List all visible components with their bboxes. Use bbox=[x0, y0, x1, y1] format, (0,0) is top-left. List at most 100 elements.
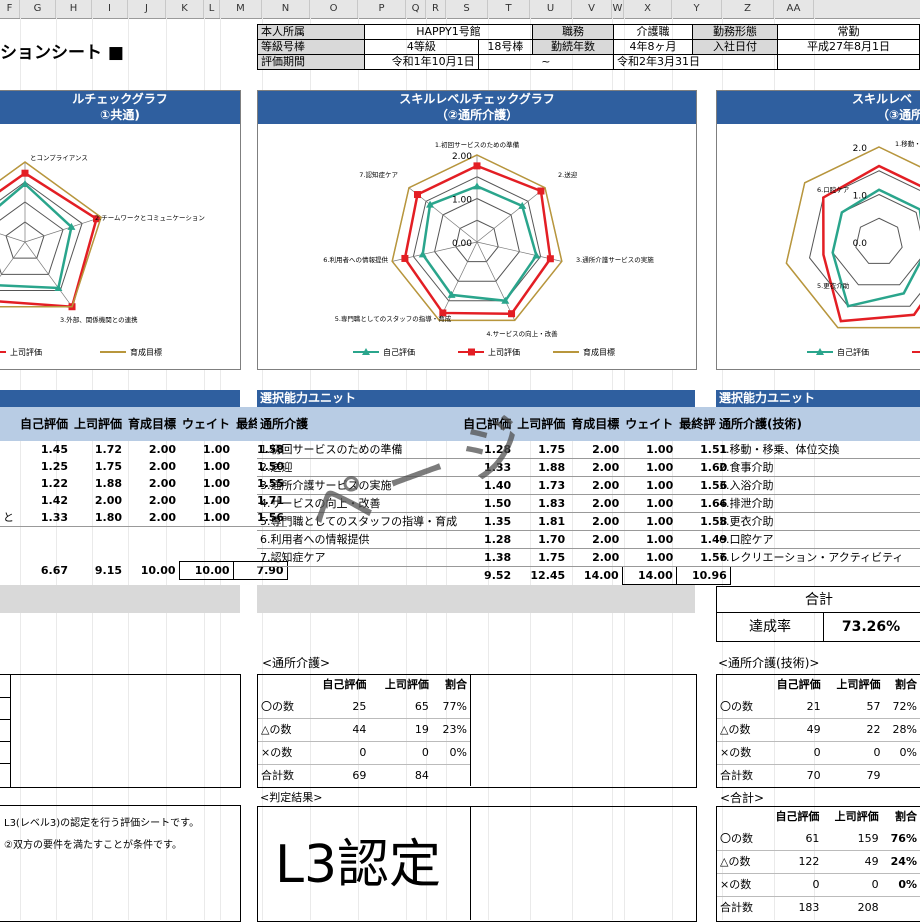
score-cell[interactable]: 2.00 bbox=[568, 495, 622, 513]
dept-value[interactable]: HAPPY1号館 bbox=[365, 25, 533, 40]
count-cell: 159 bbox=[822, 828, 881, 851]
score-cell[interactable]: 1.25 bbox=[17, 458, 71, 475]
chart-day-care-subtitle: （②通所介護） bbox=[258, 107, 696, 123]
score-cell[interactable]: 1.75 bbox=[71, 458, 125, 475]
period-label: 評価期間 bbox=[258, 55, 365, 70]
join-value[interactable]: 平成27年8月1日 bbox=[778, 40, 920, 55]
count-label: 〇の数 bbox=[717, 828, 763, 851]
score-cell[interactable]: 2.00 bbox=[125, 458, 179, 475]
column-header-k[interactable]: K bbox=[166, 0, 204, 18]
column-header-aa[interactable]: AA bbox=[774, 0, 814, 18]
note-1: L3(レベル3)の認定を行う評価シートです。 bbox=[4, 814, 199, 829]
count-row: ×の数000% bbox=[717, 874, 920, 897]
count-header: 割合 bbox=[882, 806, 920, 828]
column-header-f[interactable]: F bbox=[0, 0, 20, 18]
score-cell[interactable]: 1.38 bbox=[460, 549, 514, 567]
column-header-z[interactable]: Z bbox=[722, 0, 774, 18]
column-header-t[interactable]: T bbox=[488, 0, 530, 18]
score-cell[interactable]: 1.45 bbox=[17, 441, 71, 458]
score-cell[interactable]: 2.00 bbox=[125, 475, 179, 492]
score-cell[interactable]: 1.70 bbox=[514, 531, 568, 549]
dept-label: 本人所属 bbox=[258, 25, 365, 40]
unit-name: 2.食事介助 bbox=[716, 459, 920, 477]
column-header-i[interactable]: I bbox=[92, 0, 128, 18]
score-cell[interactable]: 1.00 bbox=[179, 509, 233, 527]
score-cell[interactable]: 1.00 bbox=[179, 475, 233, 492]
score-cell[interactable]: 1.00 bbox=[622, 531, 676, 549]
score-cell[interactable]: 1.81 bbox=[514, 513, 568, 531]
total-row: 9.5212.4514.0014.0010.96 bbox=[257, 567, 730, 585]
count-cell: 0 bbox=[822, 874, 881, 897]
score-cell[interactable]: 1.00 bbox=[179, 441, 233, 458]
score-cell[interactable]: 1.88 bbox=[71, 475, 125, 492]
count-cell: 49 bbox=[822, 851, 881, 874]
score-cell[interactable]: 1.00 bbox=[179, 458, 233, 475]
score-cell[interactable]: 1.28 bbox=[460, 531, 514, 549]
score-cell[interactable]: 1.00 bbox=[622, 549, 676, 567]
period-from[interactable]: 令和1年10月1日 bbox=[365, 55, 479, 70]
column-header-q[interactable]: Q bbox=[406, 0, 426, 18]
chart-day-care[interactable]: スキルレベルチェックグラフ （②通所介護） 2.001.000.001.初回サー… bbox=[257, 90, 697, 370]
score-cell[interactable]: 1.00 bbox=[622, 513, 676, 531]
work-type-value[interactable]: 常勤 bbox=[778, 25, 920, 40]
right-table-title: 通所介護(技術) bbox=[716, 407, 920, 441]
radar-point bbox=[474, 162, 481, 169]
score-cell[interactable]: 2.00 bbox=[125, 492, 179, 509]
score-cell[interactable]: 1.22 bbox=[17, 475, 71, 492]
column-header-p[interactable]: P bbox=[358, 0, 406, 18]
column-header-j[interactable]: J bbox=[128, 0, 166, 18]
column-header-v[interactable]: V bbox=[572, 0, 612, 18]
score-cell[interactable]: 2.00 bbox=[71, 492, 125, 509]
score-cell[interactable]: 2.00 bbox=[568, 549, 622, 567]
column-header-h[interactable]: H bbox=[56, 0, 92, 18]
rate-value[interactable]: 73.26% bbox=[822, 612, 920, 642]
row-label-tail bbox=[0, 492, 17, 509]
count-label: ×の数 bbox=[717, 874, 763, 897]
column-header-u[interactable]: U bbox=[530, 0, 572, 18]
score-cell[interactable]: 2.00 bbox=[125, 441, 179, 458]
chart-tech[interactable]: スキルレベ （③通所 2.01.00.01.移動・移6.口腔ケア5.更衣介助自己… bbox=[716, 90, 920, 370]
count-total-caption: <合計> bbox=[720, 789, 764, 806]
count-total-cell: 208 bbox=[822, 897, 881, 920]
column-header-x[interactable]: X bbox=[624, 0, 672, 18]
radar-point bbox=[22, 170, 29, 177]
column-header-r[interactable]: R bbox=[426, 0, 446, 18]
score-cell[interactable]: 1.42 bbox=[17, 492, 71, 509]
blank-row bbox=[0, 527, 287, 562]
score-cell[interactable]: 1.00 bbox=[179, 492, 233, 509]
period-to[interactable]: 令和2年3月31日 bbox=[614, 55, 778, 70]
score-cell[interactable]: 2.00 bbox=[568, 513, 622, 531]
grade-no[interactable]: 18号棒 bbox=[478, 40, 532, 55]
column-header-m[interactable]: M bbox=[220, 0, 262, 18]
legend-label: 自己評価 bbox=[837, 347, 869, 357]
tenure-value[interactable]: 4年8ヶ月 bbox=[614, 40, 693, 55]
column-header-l[interactable]: L bbox=[204, 0, 220, 18]
count-cell: 49 bbox=[764, 719, 824, 742]
count-cell: 0 bbox=[824, 742, 884, 765]
score-cell[interactable]: 1.75 bbox=[514, 549, 568, 567]
score-cell[interactable]: 1.33 bbox=[17, 509, 71, 527]
note-2: ②双方の要件を満たすことが条件です。 bbox=[4, 836, 182, 851]
radar-tick-label: 1.00 bbox=[452, 196, 472, 206]
score-cell[interactable]: 2.00 bbox=[568, 531, 622, 549]
row-label-tail bbox=[0, 458, 17, 475]
score-cell[interactable]: 2.00 bbox=[125, 509, 179, 527]
count-total-row: 合計数6984 bbox=[258, 765, 470, 788]
column-header-s[interactable]: S bbox=[446, 0, 488, 18]
period-sep: ~ bbox=[478, 55, 613, 70]
grade-value[interactable]: 4等級 bbox=[365, 40, 479, 55]
score-cell[interactable]: 1.00 bbox=[622, 477, 676, 495]
sheet-title: ションシート ■ bbox=[0, 38, 124, 63]
judgment-value[interactable]: L3認定 bbox=[275, 822, 441, 897]
job-value[interactable]: 介護職 bbox=[614, 25, 693, 40]
score-cell[interactable]: 1.72 bbox=[71, 441, 125, 458]
column-header-g[interactable]: G bbox=[20, 0, 56, 18]
column-header-w[interactable]: W bbox=[612, 0, 624, 18]
score-cell[interactable]: 1.00 bbox=[622, 495, 676, 513]
judgment-divider bbox=[470, 806, 471, 920]
score-cell[interactable]: 1.80 bbox=[71, 509, 125, 527]
column-header-n[interactable]: N bbox=[262, 0, 310, 18]
column-header-o[interactable]: O bbox=[310, 0, 358, 18]
column-header-y[interactable]: Y bbox=[672, 0, 722, 18]
chart-common[interactable]: ルチェックグラフ ①共通) とコンプライアンス2.チームワークとコミュニケーショ… bbox=[0, 90, 241, 370]
